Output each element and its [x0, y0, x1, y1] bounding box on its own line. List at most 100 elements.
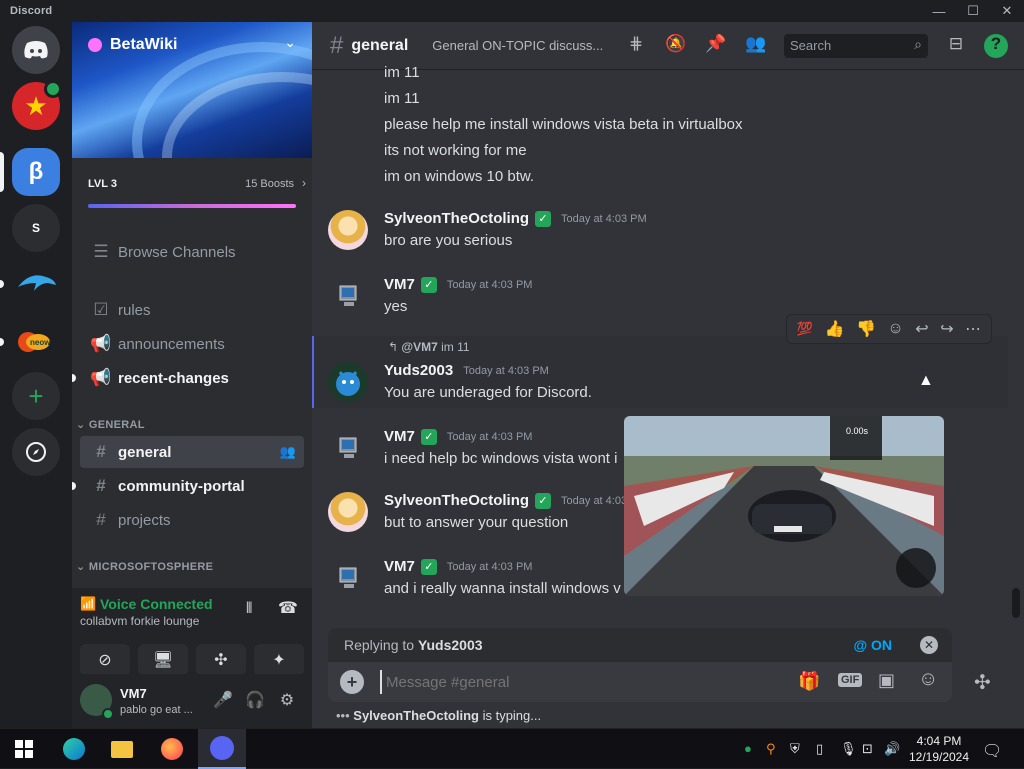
mention-toggle[interactable]: @ ON	[853, 637, 892, 653]
voice-status[interactable]: Voice Connected	[100, 596, 213, 612]
activities-button[interactable]: ✣	[196, 644, 246, 676]
reply-reference[interactable]: ↰ @VM7 im 11	[388, 340, 470, 354]
user-status[interactable]: pablo go eat ...	[120, 704, 193, 716]
close-button[interactable]: ✕	[990, 0, 1024, 22]
home-button[interactable]	[12, 26, 60, 74]
boost-progress[interactable]: LVL 3 15 Boosts ›	[72, 158, 312, 218]
disconnect-icon[interactable]: ☎	[278, 598, 298, 618]
windows-logo-icon	[15, 740, 33, 758]
tray-status-icon[interactable]: ●	[744, 741, 752, 756]
member-list-icon[interactable]: 👥	[744, 34, 768, 58]
user-avatar[interactable]	[328, 276, 368, 316]
tray-search-icon[interactable]: ⚲	[766, 741, 776, 757]
server-icon-s[interactable]: S	[12, 204, 60, 252]
clock-time: 4:04 PM	[916, 734, 962, 748]
upload-plus-icon[interactable]: +	[340, 670, 364, 694]
message-author[interactable]: VM7 ✓ Today at 4:03 PM	[384, 276, 532, 293]
server-icon-red[interactable]: ★	[12, 80, 62, 130]
app-title: Discord	[10, 5, 53, 17]
more-options-icon[interactable]: ⋯	[965, 319, 981, 339]
message-author[interactable]: Yuds2003 Today at 4:03 PM	[384, 362, 549, 379]
video-overlay[interactable]: 0.00s	[624, 416, 944, 596]
message-author[interactable]: VM7 ✓ Today at 4:03 PM	[384, 428, 532, 445]
reply-bar: Replying to Yuds2003 @ ON ✕	[328, 628, 952, 662]
user-avatar[interactable]	[328, 492, 368, 532]
message-text: and i really wanna install windows v	[384, 580, 621, 597]
microphone-tray-icon[interactable]: 🎙	[840, 741, 857, 757]
soundboard-button[interactable]: ✦	[254, 644, 304, 676]
microphone-icon[interactable]: 🎤	[212, 690, 234, 712]
notification-icon[interactable]: 🗨	[982, 741, 1002, 761]
discover-button[interactable]	[12, 428, 60, 476]
user-avatar[interactable]	[328, 428, 368, 468]
forward-icon[interactable]: ↪	[940, 319, 953, 339]
category-microsoftosphere[interactable]: ⌄ MICROSOFTOSPHERE	[76, 560, 213, 573]
mute-bell-icon[interactable]: 🔕	[664, 34, 688, 58]
chevron-down-icon[interactable]: ⌄	[284, 34, 296, 51]
help-icon[interactable]: ?	[984, 34, 1008, 58]
message-author[interactable]: SylveonTheOctoling ✓ Today at 4:03	[384, 492, 627, 509]
add-server-button[interactable]: +	[12, 372, 60, 420]
scrollbar-thumb[interactable]	[1012, 588, 1020, 618]
server-icon-betawiki[interactable]: β	[12, 148, 60, 196]
author-name: SylveonTheOctoling	[384, 492, 530, 509]
add-reaction-icon[interactable]: ☺	[887, 320, 903, 338]
system-clock[interactable]: 4:04 PM 12/19/2024	[904, 733, 974, 765]
add-member-icon[interactable]: 👥	[280, 444, 296, 460]
camera-off-button[interactable]: ⊘	[80, 644, 130, 676]
message-author[interactable]: SylveonTheOctoling ✓ Today at 4:03 PM	[384, 210, 647, 227]
message-input[interactable]	[380, 670, 740, 694]
channel-general[interactable]: # general 👥	[80, 436, 304, 468]
channel-announcements[interactable]: 📢 announcements	[80, 328, 304, 360]
channel-projects[interactable]: # projects	[80, 504, 304, 536]
user-avatar[interactable]	[328, 362, 368, 402]
volume-icon[interactable]: 🔊	[884, 741, 900, 757]
firefox-taskbar-button[interactable]	[148, 729, 196, 769]
settings-gear-icon[interactable]: ⚙	[276, 690, 298, 712]
network-icon[interactable]: ⊡	[862, 741, 873, 757]
battery-icon[interactable]: ▯	[816, 741, 823, 757]
message-author[interactable]: VM7 ✓ Today at 4:03 PM	[384, 558, 532, 575]
hundred-emoji-icon[interactable]: 💯	[797, 321, 813, 337]
plus-icon: +	[28, 380, 44, 411]
app-launcher-icon[interactable]: ✣	[974, 670, 991, 695]
emoji-icon[interactable]: ☺	[918, 668, 938, 691]
channel-rules[interactable]: ☑ rules	[80, 294, 304, 326]
discord-taskbar-button[interactable]	[198, 729, 246, 769]
reply-icon[interactable]: ↩	[915, 319, 928, 339]
server-icon-neowin[interactable]: neow	[12, 318, 60, 366]
search-input[interactable]: Search ⌕	[784, 34, 928, 58]
noise-suppression-icon[interactable]: ⫴	[246, 600, 252, 617]
browse-channels[interactable]: ☰ Browse Channels	[80, 236, 304, 268]
start-button[interactable]	[0, 729, 48, 769]
sticker-icon[interactable]: ▣	[878, 670, 895, 691]
cancel-reply-icon[interactable]: ✕	[920, 636, 938, 654]
user-name[interactable]: VM7	[120, 686, 147, 701]
voice-location[interactable]: collabvm forkie lounge	[80, 614, 199, 628]
gif-icon[interactable]: GIF	[838, 673, 863, 687]
channel-label: projects	[118, 511, 171, 529]
maximize-button[interactable]: ☐	[956, 0, 990, 22]
channel-community-portal[interactable]: # community-portal	[80, 470, 304, 502]
tray-shield-icon[interactable]: ⛨	[790, 741, 800, 757]
message-timestamp: Today at 4:03 PM	[446, 430, 533, 443]
channel-topic[interactable]: General ON-TOPIC discuss...	[432, 38, 604, 53]
screen-share-button[interactable]: 🖥	[138, 644, 188, 676]
explorer-taskbar-button[interactable]	[98, 729, 146, 769]
server-name-button[interactable]: BetaWiki	[88, 36, 177, 54]
user-avatar[interactable]	[328, 210, 368, 250]
channel-recent-changes[interactable]: 📢 recent-changes	[80, 362, 304, 394]
headphones-icon[interactable]: 🎧	[244, 690, 266, 712]
category-general[interactable]: ⌄ GENERAL	[76, 418, 145, 431]
inbox-icon[interactable]: ⊟	[944, 34, 968, 58]
minimize-button[interactable]: —	[922, 0, 956, 22]
pinned-icon[interactable]: 📌	[704, 34, 728, 58]
thumbs-down-icon[interactable]: 👎	[856, 319, 876, 339]
server-icon-dolphin[interactable]	[12, 260, 60, 308]
threads-icon[interactable]: ⋕	[624, 34, 648, 58]
boost-badge-icon	[88, 38, 102, 52]
edge-taskbar-button[interactable]	[50, 729, 98, 769]
user-avatar[interactable]	[328, 558, 368, 598]
gift-icon[interactable]: 🎁	[798, 671, 820, 692]
thumbs-up-icon[interactable]: 👍	[824, 319, 844, 339]
